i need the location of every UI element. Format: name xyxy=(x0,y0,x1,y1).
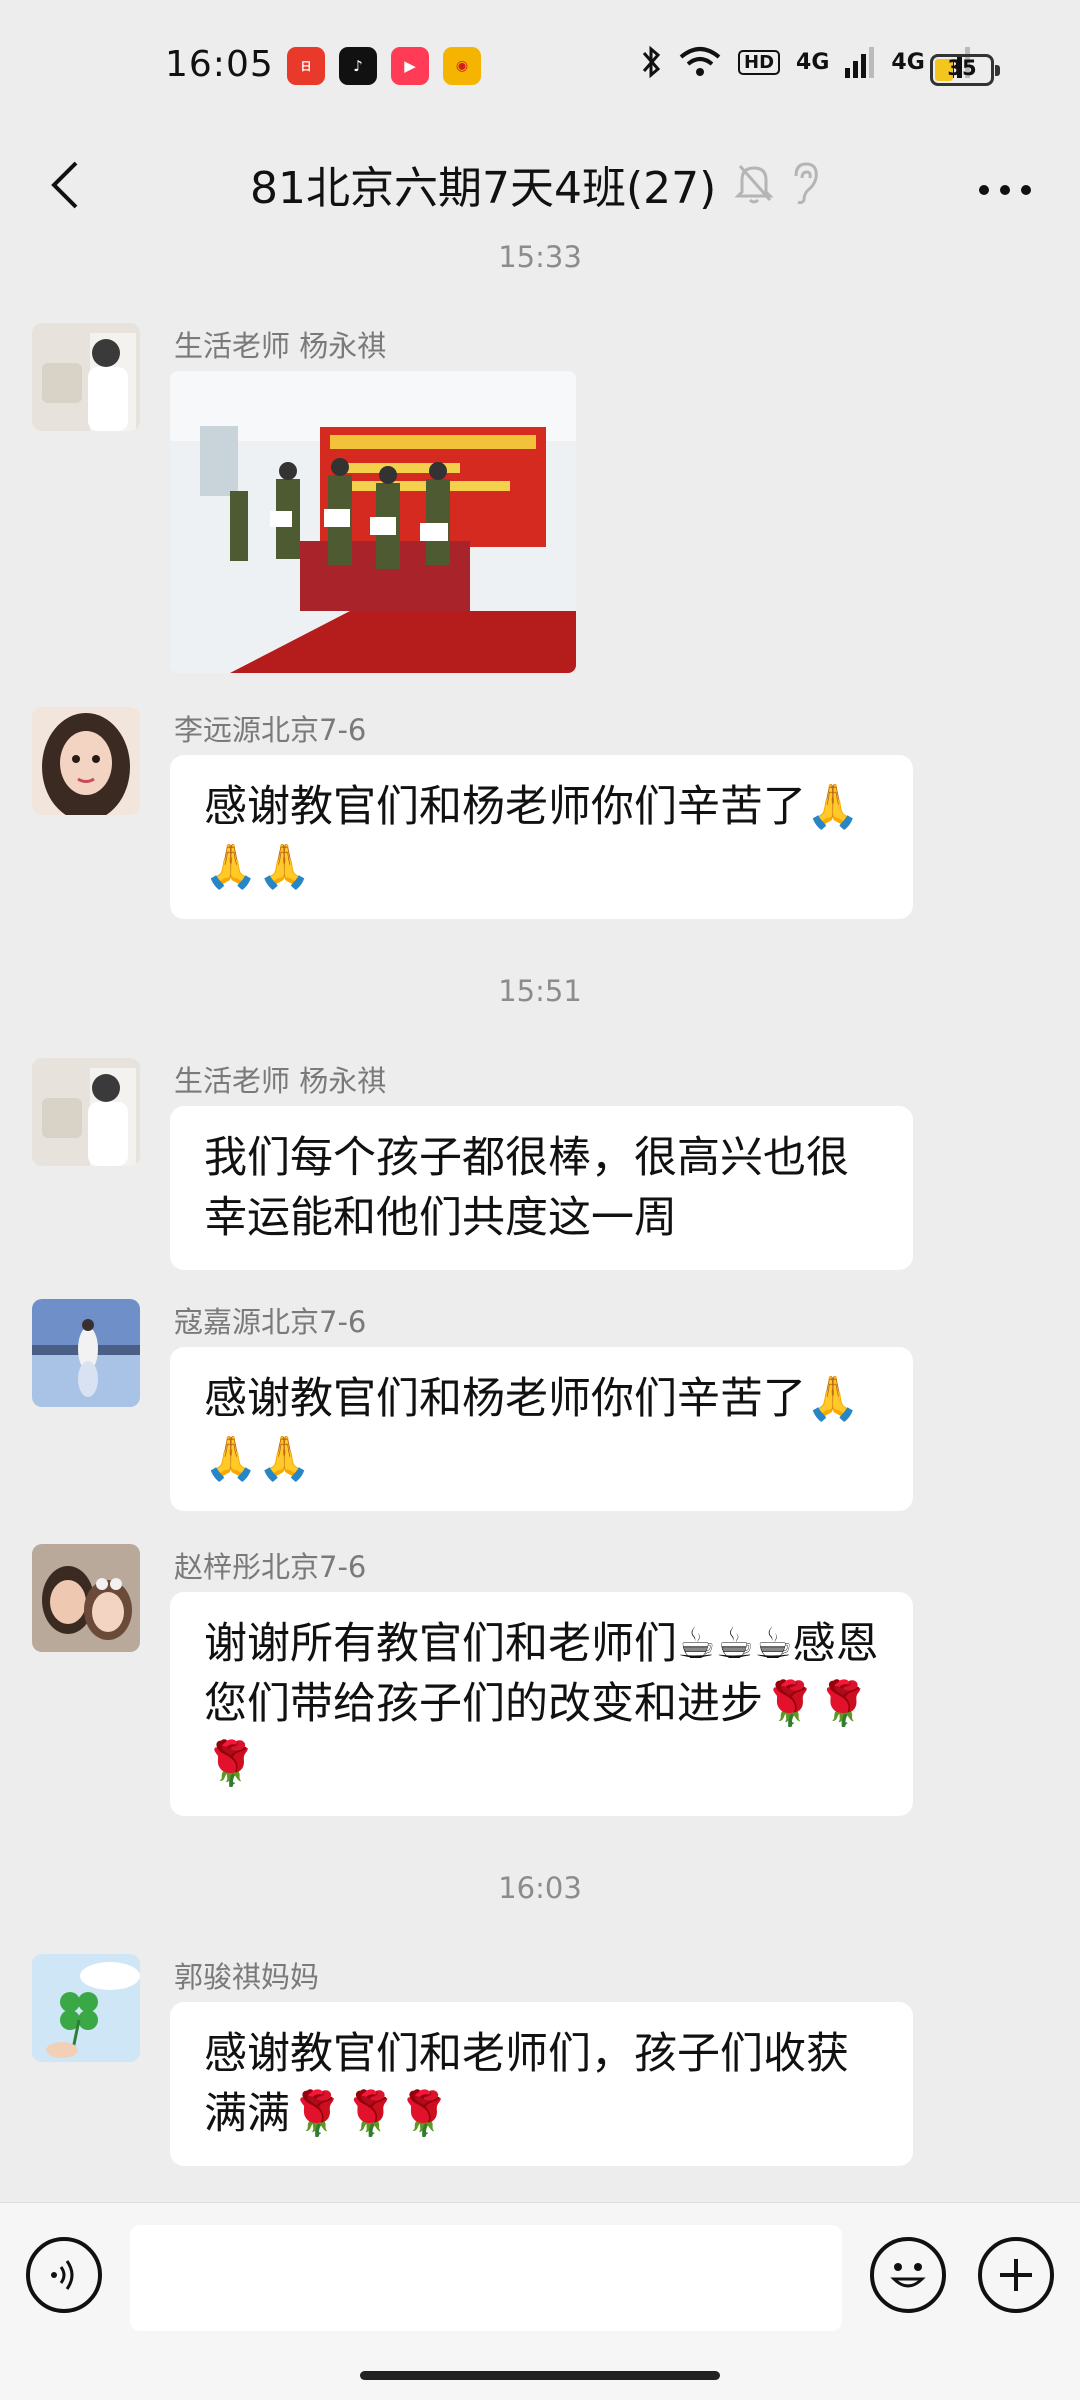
message-item: 赵梓彤北京7-6 谢谢所有教官们和老师们☕☕☕感恩您们带给孩子们的改变和进步🌹🌹… xyxy=(32,1544,1032,1816)
sender-name: 生活老师 杨永祺 xyxy=(174,329,387,363)
avatar[interactable] xyxy=(32,1954,140,2062)
message-item: 生活老师 杨永祺 xyxy=(32,323,1032,683)
home-indicator[interactable] xyxy=(360,2371,720,2380)
battery-icon: 35 xyxy=(930,54,1000,86)
status-bar: 16:05 日 ♪ ▶ ◉ HD 4G 4G 35 xyxy=(0,0,1080,130)
sender-name: 寇嘉源北京7-6 xyxy=(174,1305,367,1339)
sender-name: 郭骏祺妈妈 xyxy=(174,1960,320,1994)
message-item: 寇嘉源北京7-6 感谢教官们和杨老师你们辛苦了🙏🙏🙏 xyxy=(32,1299,1032,1511)
hd-badge: HD xyxy=(738,49,781,75)
message-bubble[interactable]: 谢谢所有教官们和老师们☕☕☕感恩您们带给孩子们的改变和进步🌹🌹🌹 xyxy=(170,1592,913,1816)
chat-title: 81北京六期7天4班(27) xyxy=(250,163,717,214)
message-bubble[interactable]: 感谢教官们和杨老师你们辛苦了🙏🙏🙏 xyxy=(170,1347,913,1511)
message-list[interactable]: 15:33 生活老师 杨永祺 李远源北京7-6 感谢教官们和杨老师你们辛苦了🙏🙏… xyxy=(0,240,1080,2202)
news-app-icon: 日 xyxy=(287,47,325,85)
timestamp: 16:03 xyxy=(498,1871,582,1905)
signal-icon-1 xyxy=(845,47,875,78)
avatar[interactable] xyxy=(32,1299,140,1407)
sender-name: 赵梓彤北京7-6 xyxy=(174,1550,367,1584)
status-indicators: HD 4G 4G xyxy=(640,44,971,80)
avatar[interactable] xyxy=(32,1058,140,1166)
smile-icon xyxy=(890,2263,926,2288)
mute-bell-icon xyxy=(734,165,774,204)
message-bubble[interactable]: 感谢教官们和杨老师你们辛苦了🙏🙏🙏 xyxy=(170,755,913,919)
video-app-icon: ▶ xyxy=(391,47,429,85)
avatar[interactable] xyxy=(32,707,140,815)
back-button[interactable] xyxy=(30,150,100,220)
more-functions-button[interactable] xyxy=(978,2237,1054,2313)
sender-name: 李远源北京7-6 xyxy=(174,713,367,747)
tiktok-app-icon: ♪ xyxy=(339,47,377,85)
avatar[interactable] xyxy=(32,323,140,431)
emoji-button[interactable] xyxy=(870,2237,946,2313)
notification-apps: 日 ♪ ▶ ◉ xyxy=(287,47,481,85)
voice-icon xyxy=(51,2260,74,2290)
input-bar xyxy=(0,2202,1080,2400)
chat-header: 81北京六期7天4班(27) xyxy=(0,130,1080,240)
bluetooth-icon xyxy=(642,45,661,79)
image-message[interactable] xyxy=(170,371,576,673)
more-dots-icon xyxy=(979,185,1031,195)
voice-input-button[interactable] xyxy=(26,2237,102,2313)
timestamp: 15:33 xyxy=(498,240,582,274)
message-item: 郭骏祺妈妈 感谢教官们和老师们，孩子们收获满满🌹🌹🌹 xyxy=(32,1954,1032,2166)
more-options-button[interactable] xyxy=(960,160,1050,220)
timestamp: 15:51 xyxy=(498,974,582,1008)
plus-icon xyxy=(1000,2259,1032,2291)
wifi-icon xyxy=(679,47,721,76)
message-input[interactable] xyxy=(130,2225,842,2331)
signal-label-2: 4G xyxy=(891,49,925,75)
signal-label-1: 4G xyxy=(796,49,830,75)
status-time: 16:05 xyxy=(165,44,274,85)
chevron-left-icon xyxy=(51,161,78,209)
sender-name: 生活老师 杨永祺 xyxy=(174,1064,387,1098)
weibo-app-icon: ◉ xyxy=(443,47,481,85)
message-bubble[interactable]: 感谢教官们和老师们，孩子们收获满满🌹🌹🌹 xyxy=(170,2002,913,2166)
ear-icon xyxy=(794,162,818,204)
message-item: 李远源北京7-6 感谢教官们和杨老师你们辛苦了🙏🙏🙏 xyxy=(32,707,1032,919)
message-bubble[interactable]: 我们每个孩子都很棒，很高兴也很幸运能和他们共度这一周 xyxy=(170,1106,913,1270)
battery-level: 35 xyxy=(947,56,977,80)
avatar[interactable] xyxy=(32,1544,140,1652)
message-item: 生活老师 杨永祺 我们每个孩子都很棒，很高兴也很幸运能和他们共度这一周 xyxy=(32,1058,1032,1270)
